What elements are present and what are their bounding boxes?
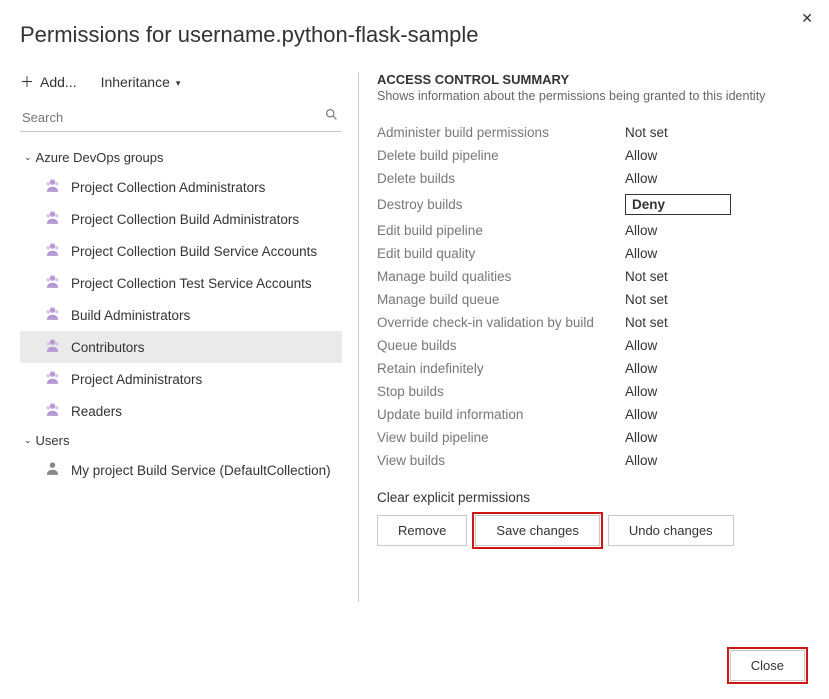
list-item-label: Project Collection Administrators (71, 180, 265, 195)
permission-label: View builds (377, 453, 625, 468)
permission-value-dropdown[interactable]: Not set (625, 292, 717, 307)
permission-value-dropdown[interactable]: Allow (625, 453, 717, 468)
sidebar-item-user[interactable]: My project Build Service (DefaultCollect… (20, 454, 342, 486)
save-button[interactable]: Save changes (475, 515, 599, 546)
permission-row: Manage build queueNot set (377, 288, 809, 311)
permission-label: Edit build pipeline (377, 223, 625, 238)
sidebar-item-group[interactable]: Project Collection Build Administrators (20, 203, 342, 235)
acl-header: ACCESS CONTROL SUMMARY (377, 72, 809, 87)
inheritance-dropdown[interactable]: Inheritance ▾ (101, 74, 181, 90)
users-header[interactable]: ⌄ Users (20, 427, 342, 454)
permission-row: Destroy buildsDeny (377, 190, 809, 219)
group-icon (44, 369, 61, 389)
search-input[interactable] (20, 104, 342, 131)
chevron-down-icon: ⌄ (24, 152, 32, 163)
group-icon (44, 177, 61, 197)
list-item-label: Contributors (71, 340, 145, 355)
permission-value-dropdown[interactable]: Allow (625, 246, 717, 261)
list-item-label: Project Collection Build Service Account… (71, 244, 317, 259)
groups-header-label: Azure DevOps groups (36, 150, 164, 165)
groups-header[interactable]: ⌄ Azure DevOps groups (20, 144, 342, 171)
sidebar-item-group[interactable]: Project Collection Build Service Account… (20, 235, 342, 267)
clear-permissions-label: Clear explicit permissions (377, 490, 809, 505)
permission-label: Queue builds (377, 338, 625, 353)
list-item-label: Build Administrators (71, 308, 190, 323)
close-icon[interactable]: ✕ (797, 6, 817, 31)
permission-value-dropdown[interactable]: Not set (625, 315, 717, 330)
users-header-label: Users (36, 433, 70, 448)
user-icon (44, 460, 61, 480)
permission-row: Override check-in validation by buildNot… (377, 311, 809, 334)
permission-label: Update build information (377, 407, 625, 422)
permission-row: Delete buildsAllow (377, 167, 809, 190)
permission-value-dropdown[interactable]: Allow (625, 171, 717, 186)
undo-button[interactable]: Undo changes (608, 515, 734, 546)
close-button[interactable]: Close (730, 650, 805, 681)
search-input-wrap (20, 104, 342, 132)
permission-row: View buildsAllow (377, 449, 809, 472)
add-button[interactable]: ＋ Add... (20, 72, 77, 92)
permission-label: Edit build quality (377, 246, 625, 261)
sidebar-item-group[interactable]: Readers (20, 395, 342, 427)
permission-row: Delete build pipelineAllow (377, 144, 809, 167)
group-icon (44, 305, 61, 325)
permission-value-dropdown[interactable]: Allow (625, 407, 717, 422)
permission-value-dropdown[interactable]: Allow (625, 148, 717, 163)
group-icon (44, 273, 61, 293)
group-icon (44, 241, 61, 261)
permission-value-dropdown[interactable]: Allow (625, 430, 717, 445)
list-item-label: Project Administrators (71, 372, 202, 387)
page-title: Permissions for username.python-flask-sa… (20, 22, 809, 48)
permission-row: Administer build permissionsNot set (377, 121, 809, 144)
permission-value-dropdown[interactable]: Not set (625, 125, 717, 140)
permission-label: Administer build permissions (377, 125, 625, 140)
list-item-label: Project Collection Test Service Accounts (71, 276, 312, 291)
inheritance-label: Inheritance (101, 74, 170, 90)
add-label: Add... (40, 74, 77, 90)
group-icon (44, 401, 61, 421)
chevron-down-icon: ⌄ (24, 435, 32, 446)
list-item-label: Project Collection Build Administrators (71, 212, 299, 227)
permission-value-dropdown[interactable]: Allow (625, 223, 717, 238)
permission-value-dropdown[interactable]: Allow (625, 361, 717, 376)
permission-label: Override check-in validation by build (377, 315, 625, 330)
permission-label: Manage build queue (377, 292, 625, 307)
permission-label: Retain indefinitely (377, 361, 625, 376)
acl-subtitle: Shows information about the permissions … (377, 89, 809, 103)
caret-down-icon: ▾ (176, 78, 181, 89)
permission-label: Stop builds (377, 384, 625, 399)
sidebar-item-group[interactable]: Project Administrators (20, 363, 342, 395)
sidebar-item-group[interactable]: Project Collection Test Service Accounts (20, 267, 342, 299)
search-icon (325, 108, 338, 124)
permission-label: Delete builds (377, 171, 625, 186)
list-item-label: Readers (71, 404, 122, 419)
sidebar-item-group[interactable]: Build Administrators (20, 299, 342, 331)
plus-icon: ＋ (20, 72, 34, 92)
permission-label: Delete build pipeline (377, 148, 625, 163)
remove-button[interactable]: Remove (377, 515, 467, 546)
sidebar-item-group[interactable]: Contributors (20, 331, 342, 363)
permission-value-dropdown[interactable]: Allow (625, 338, 717, 353)
sidebar-item-group[interactable]: Project Collection Administrators (20, 171, 342, 203)
permission-row: View build pipelineAllow (377, 426, 809, 449)
permission-label: Destroy builds (377, 197, 625, 212)
group-icon (44, 209, 61, 229)
permission-row: Stop buildsAllow (377, 380, 809, 403)
group-icon (44, 337, 61, 357)
permission-value-dropdown[interactable]: Deny (625, 194, 731, 215)
permission-row: Update build informationAllow (377, 403, 809, 426)
permission-label: Manage build qualities (377, 269, 625, 284)
list-item-label: My project Build Service (DefaultCollect… (71, 463, 331, 478)
permission-row: Edit build pipelineAllow (377, 219, 809, 242)
permission-row: Retain indefinitelyAllow (377, 357, 809, 380)
permission-row: Manage build qualitiesNot set (377, 265, 809, 288)
permission-row: Queue buildsAllow (377, 334, 809, 357)
permission-value-dropdown[interactable]: Not set (625, 269, 717, 284)
permission-row: Edit build qualityAllow (377, 242, 809, 265)
permission-value-dropdown[interactable]: Allow (625, 384, 717, 399)
permission-label: View build pipeline (377, 430, 625, 445)
